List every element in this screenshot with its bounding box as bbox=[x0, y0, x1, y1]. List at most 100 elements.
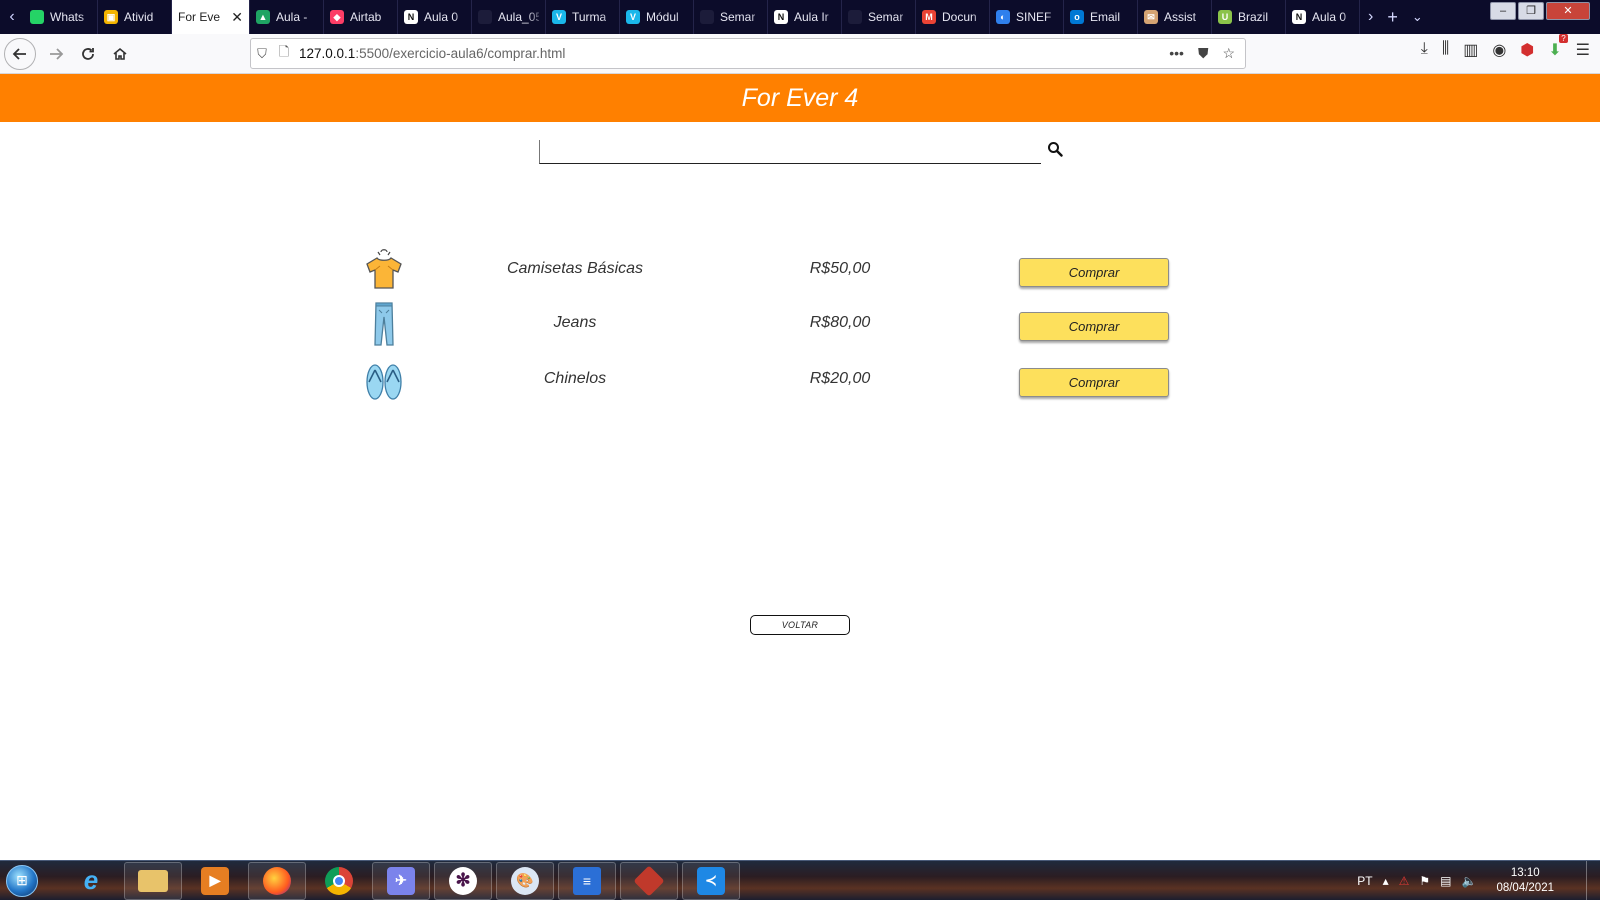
browser-tab[interactable]: ◐ SINEF bbox=[990, 0, 1064, 34]
tab-title: Semar bbox=[868, 10, 904, 24]
antivirus-icon[interactable]: ⚠ bbox=[1399, 874, 1410, 888]
url-text[interactable]: 127.0.0.1:5500/exercicio-aula6/comprar.h… bbox=[299, 46, 565, 61]
extension-download-icon[interactable]: ⬇? bbox=[1548, 34, 1568, 60]
start-button[interactable]: ⊞ bbox=[0, 861, 44, 901]
page-info-icon[interactable]: 🗋 bbox=[273, 43, 295, 65]
search-icon[interactable] bbox=[1047, 141, 1063, 157]
bookmark-star-icon[interactable]: ☆ bbox=[1222, 45, 1235, 62]
vscode-icon[interactable]: ≺ bbox=[682, 861, 740, 900]
tab-list-dropdown-icon[interactable]: ⌄ bbox=[1412, 9, 1423, 25]
flip-flops-icon bbox=[366, 364, 402, 400]
ublock-icon[interactable]: ⬢ bbox=[1520, 40, 1534, 60]
browser-tab[interactable]: V Turma bbox=[546, 0, 620, 34]
browser-tab[interactable]: V Módul bbox=[620, 0, 694, 34]
tab-active[interactable]: For Eve ✕ bbox=[172, 0, 250, 34]
product-name: Camisetas Básicas bbox=[506, 260, 644, 277]
tab-title: SINEF bbox=[1016, 10, 1052, 24]
network-icon[interactable]: ▤ bbox=[1440, 874, 1451, 888]
internet-explorer-icon[interactable]: e bbox=[62, 862, 120, 900]
slack-icon[interactable]: ✻ bbox=[434, 861, 492, 900]
document-editor-icon[interactable]: ≡ bbox=[558, 861, 616, 900]
buy-button[interactable]: Comprar bbox=[1019, 258, 1169, 287]
browser-tab[interactable]: U Brazil bbox=[1212, 0, 1286, 34]
reload-button[interactable] bbox=[72, 38, 104, 70]
firefox-icon[interactable] bbox=[248, 861, 306, 900]
volume-icon[interactable]: 🔈 bbox=[1461, 874, 1476, 888]
tab-favicon-icon: o bbox=[1070, 10, 1084, 24]
browser-tab[interactable]: Semar bbox=[694, 0, 768, 34]
minimize-button[interactable]: – bbox=[1490, 2, 1516, 20]
media-player-icon[interactable]: ▶ bbox=[186, 862, 244, 900]
browser-tab[interactable]: ▣ Ativid bbox=[98, 0, 172, 34]
product-row: Camisetas Básicas R$50,00 Comprar bbox=[340, 246, 1180, 296]
tab-list: Whats ▣ Ativid For Eve ✕ ▲ Aula - ◆ Airtab N Aula … bbox=[24, 0, 1360, 34]
file-explorer-icon[interactable] bbox=[124, 861, 182, 900]
menu-icon[interactable]: ☰ bbox=[1576, 40, 1590, 60]
forward-button[interactable] bbox=[40, 38, 72, 70]
chrome-icon[interactable] bbox=[310, 862, 368, 900]
tab-favicon-icon: ▣ bbox=[104, 10, 118, 24]
browser-tab[interactable]: N Aula 0 bbox=[1286, 0, 1360, 34]
tab-favicon-icon: M bbox=[922, 10, 936, 24]
tab-favicon-icon: N bbox=[774, 10, 788, 24]
shield-icon[interactable]: ⛉ bbox=[251, 46, 273, 62]
library-icon[interactable]: ⫼ bbox=[1442, 40, 1449, 60]
new-tab-icon[interactable]: + bbox=[1387, 7, 1398, 28]
tab-title: Email bbox=[1090, 10, 1121, 24]
clock[interactable]: 13:10 08/04/2021 bbox=[1496, 866, 1554, 896]
arrow-left-icon bbox=[12, 47, 26, 60]
tab-close-icon[interactable]: ✕ bbox=[231, 9, 243, 26]
browser-tab[interactable]: ✉ Assist bbox=[1138, 0, 1212, 34]
show-desktop-button[interactable] bbox=[1586, 861, 1600, 901]
tab-title: Airtab bbox=[350, 10, 382, 24]
product-row: Jeans R$80,00 Comprar bbox=[340, 300, 1180, 350]
tab-scroll-right-icon[interactable]: › bbox=[1368, 8, 1373, 26]
tab-title: Aula - bbox=[276, 10, 308, 24]
browser-tab[interactable]: M Docun bbox=[916, 0, 990, 34]
sidebar-icon[interactable]: ▥ bbox=[1463, 40, 1478, 60]
url-path: :5500/exercicio-aula6/comprar.html bbox=[355, 46, 566, 61]
close-window-button[interactable]: ✕ bbox=[1546, 2, 1590, 20]
buy-button[interactable]: Comprar bbox=[1019, 368, 1169, 397]
more-actions-icon[interactable]: ••• bbox=[1169, 45, 1184, 62]
tab-tools: › + ⌄ bbox=[1360, 0, 1423, 34]
home-icon bbox=[113, 47, 127, 60]
language-indicator[interactable]: PT bbox=[1357, 874, 1372, 888]
browser-tab[interactable]: Semar bbox=[842, 0, 916, 34]
account-icon[interactable]: ◉ bbox=[1492, 40, 1506, 60]
home-button[interactable] bbox=[104, 38, 136, 70]
tab-favicon-icon: U bbox=[1218, 10, 1232, 24]
tab-title: Ativid bbox=[124, 10, 154, 24]
windows-taskbar: ⊞ e ▶ ✈ ✻ 🎨 ≡ ≺ PT ▴ ⚠ ⚑ ▤ 🔈 13:10 08/04… bbox=[0, 860, 1600, 901]
search-input[interactable] bbox=[539, 140, 1041, 164]
paint-icon[interactable]: 🎨 bbox=[496, 861, 554, 900]
tab-favicon-icon: N bbox=[1292, 10, 1306, 24]
browser-tab[interactable]: o Email bbox=[1064, 0, 1138, 34]
address-bar[interactable]: ⛉ 🗋 127.0.0.1:5500/exercicio-aula6/compr… bbox=[250, 38, 1246, 69]
browser-tab[interactable]: ▲ Aula - bbox=[250, 0, 324, 34]
teams-icon[interactable]: ✈ bbox=[372, 861, 430, 900]
downloads-icon[interactable]: ⤓ bbox=[1421, 40, 1428, 60]
tab-favicon-icon bbox=[700, 10, 714, 24]
browser-tab[interactable]: N Aula 0 bbox=[398, 0, 472, 34]
tab-scroll-left-icon[interactable]: ‹ bbox=[0, 0, 24, 34]
t-shirt-icon bbox=[366, 249, 402, 289]
toolbar-right: ⤓ ⫼ ▥ ◉ ⬢ ⬇? ☰ bbox=[1421, 34, 1590, 60]
back-button[interactable] bbox=[4, 37, 36, 70]
browser-tab[interactable]: Aula_05_-_ bbox=[472, 0, 546, 34]
arrow-right-icon bbox=[50, 47, 64, 60]
action-center-icon[interactable]: ⚑ bbox=[1419, 874, 1430, 888]
product-price: R$50,00 bbox=[809, 260, 871, 277]
restore-button[interactable]: ❐ bbox=[1518, 2, 1544, 20]
tray-expand-icon[interactable]: ▴ bbox=[1383, 874, 1389, 888]
tab-favicon-icon: ◐ bbox=[996, 10, 1010, 24]
buy-button[interactable]: Comprar bbox=[1019, 312, 1169, 341]
browser-tab[interactable]: ◆ Airtab bbox=[324, 0, 398, 34]
browser-tab[interactable]: Whats bbox=[24, 0, 98, 34]
git-tool-icon[interactable] bbox=[620, 861, 678, 900]
window-controls: – ❐ ✕ bbox=[1490, 2, 1590, 20]
back-page-button[interactable]: VOLTAR bbox=[750, 615, 850, 635]
browser-tab[interactable]: N Aula Ir bbox=[768, 0, 842, 34]
pocket-icon[interactable]: ⛊ bbox=[1198, 45, 1209, 62]
reload-icon bbox=[82, 47, 94, 60]
